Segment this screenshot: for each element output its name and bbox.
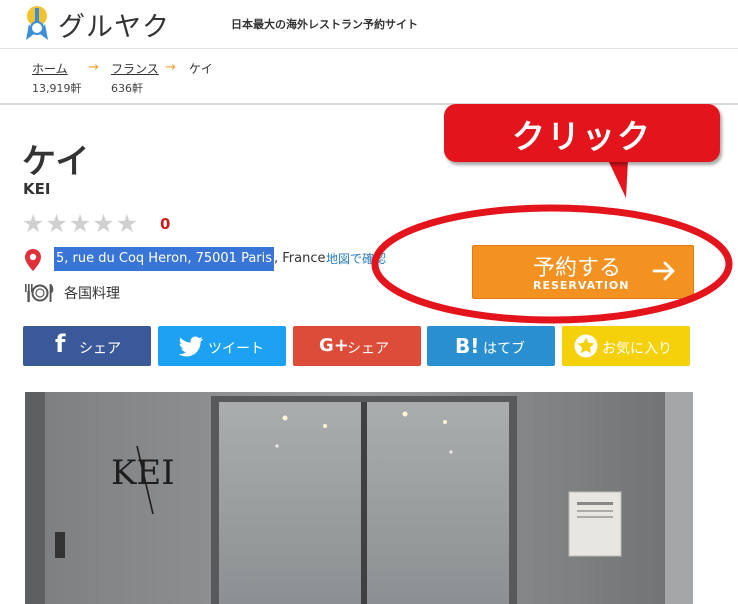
cuisine-label: 各国料理 xyxy=(64,286,120,302)
star-icon: ★ xyxy=(115,209,139,238)
breadcrumb-current: ケイ xyxy=(189,60,213,77)
breadcrumb-link-home[interactable]: ホーム xyxy=(32,62,68,76)
restaurant-sign-text: KEI xyxy=(111,453,175,493)
rating-stars: ★★★★★ xyxy=(22,211,139,237)
facebook-share-label: シェア xyxy=(79,341,121,357)
breadcrumb-link-france[interactable]: フランス xyxy=(111,62,159,76)
google-plus-icon: G+ xyxy=(319,335,349,356)
callout-text: クリック xyxy=(512,117,652,156)
star-icon xyxy=(574,334,598,358)
star-icon: ★ xyxy=(22,209,45,238)
breadcrumb-home[interactable]: ホーム 13,919軒 xyxy=(32,60,82,96)
hatena-bookmark-button[interactable]: B! はてブ xyxy=(427,326,555,366)
restaurant-name: ケイ xyxy=(22,142,90,182)
twitter-share-label: ツイート xyxy=(208,341,264,357)
logo-icon[interactable] xyxy=(22,4,52,42)
breadcrumb-arrow-icon: → xyxy=(88,60,99,75)
callout-pointer xyxy=(608,160,628,198)
address-country: , France xyxy=(274,251,326,266)
restaurant-name-en: KEI xyxy=(23,180,51,198)
reservation-button-sublabel: RESERVATION xyxy=(533,279,630,292)
address-row: 5, rue du Coq Heron, 75001 Paris , Franc… xyxy=(24,246,404,274)
reservation-button[interactable]: 予約する RESERVATION xyxy=(472,245,694,299)
site-header: グルヤク 日本最大の海外レストラン予約サイト xyxy=(0,0,738,49)
rating-count[interactable]: 0 xyxy=(160,215,170,233)
breadcrumb-count-france: 636軒 xyxy=(111,82,143,95)
favorite-label: お気に入り xyxy=(602,341,672,357)
twitter-bird-icon xyxy=(178,336,203,357)
callout-bubble: クリック xyxy=(444,104,720,162)
breadcrumb-arrow-icon: → xyxy=(165,60,176,75)
logo-text[interactable]: グルヤク xyxy=(58,5,170,44)
google-plus-share-button[interactable]: G+ シェア xyxy=(293,326,421,366)
site-tagline: 日本最大の海外レストラン予約サイト xyxy=(231,18,418,31)
map-pin-icon xyxy=(25,249,41,271)
address-text-selected[interactable]: 5, rue du Coq Heron, 75001 Paris xyxy=(54,247,275,271)
hatena-bookmark-label: はてブ xyxy=(483,341,525,357)
reservation-button-label: 予約する xyxy=(533,256,622,281)
star-icon: ★ xyxy=(68,209,92,238)
google-plus-share-label: シェア xyxy=(347,341,389,357)
facebook-share-button[interactable]: f シェア xyxy=(23,326,151,366)
breadcrumb-france[interactable]: フランス 636軒 xyxy=(111,60,159,96)
twitter-share-button[interactable]: ツイート xyxy=(158,326,286,366)
hatena-bookmark-icon: B! xyxy=(455,334,480,358)
breadcrumb-current-label: ケイ xyxy=(189,62,213,76)
map-link[interactable]: 地図で確認 xyxy=(326,247,386,271)
arrow-right-icon xyxy=(652,261,675,281)
cutlery-icon xyxy=(25,284,54,302)
star-icon: ★ xyxy=(92,209,115,238)
restaurant-photo: KEI xyxy=(25,392,693,604)
storefront-image: KEI xyxy=(25,392,693,604)
favorite-button[interactable]: お気に入り xyxy=(562,326,690,366)
star-icon: ★ xyxy=(45,209,68,238)
breadcrumb-count-home: 13,919軒 xyxy=(32,82,82,95)
facebook-icon: f xyxy=(55,330,66,358)
